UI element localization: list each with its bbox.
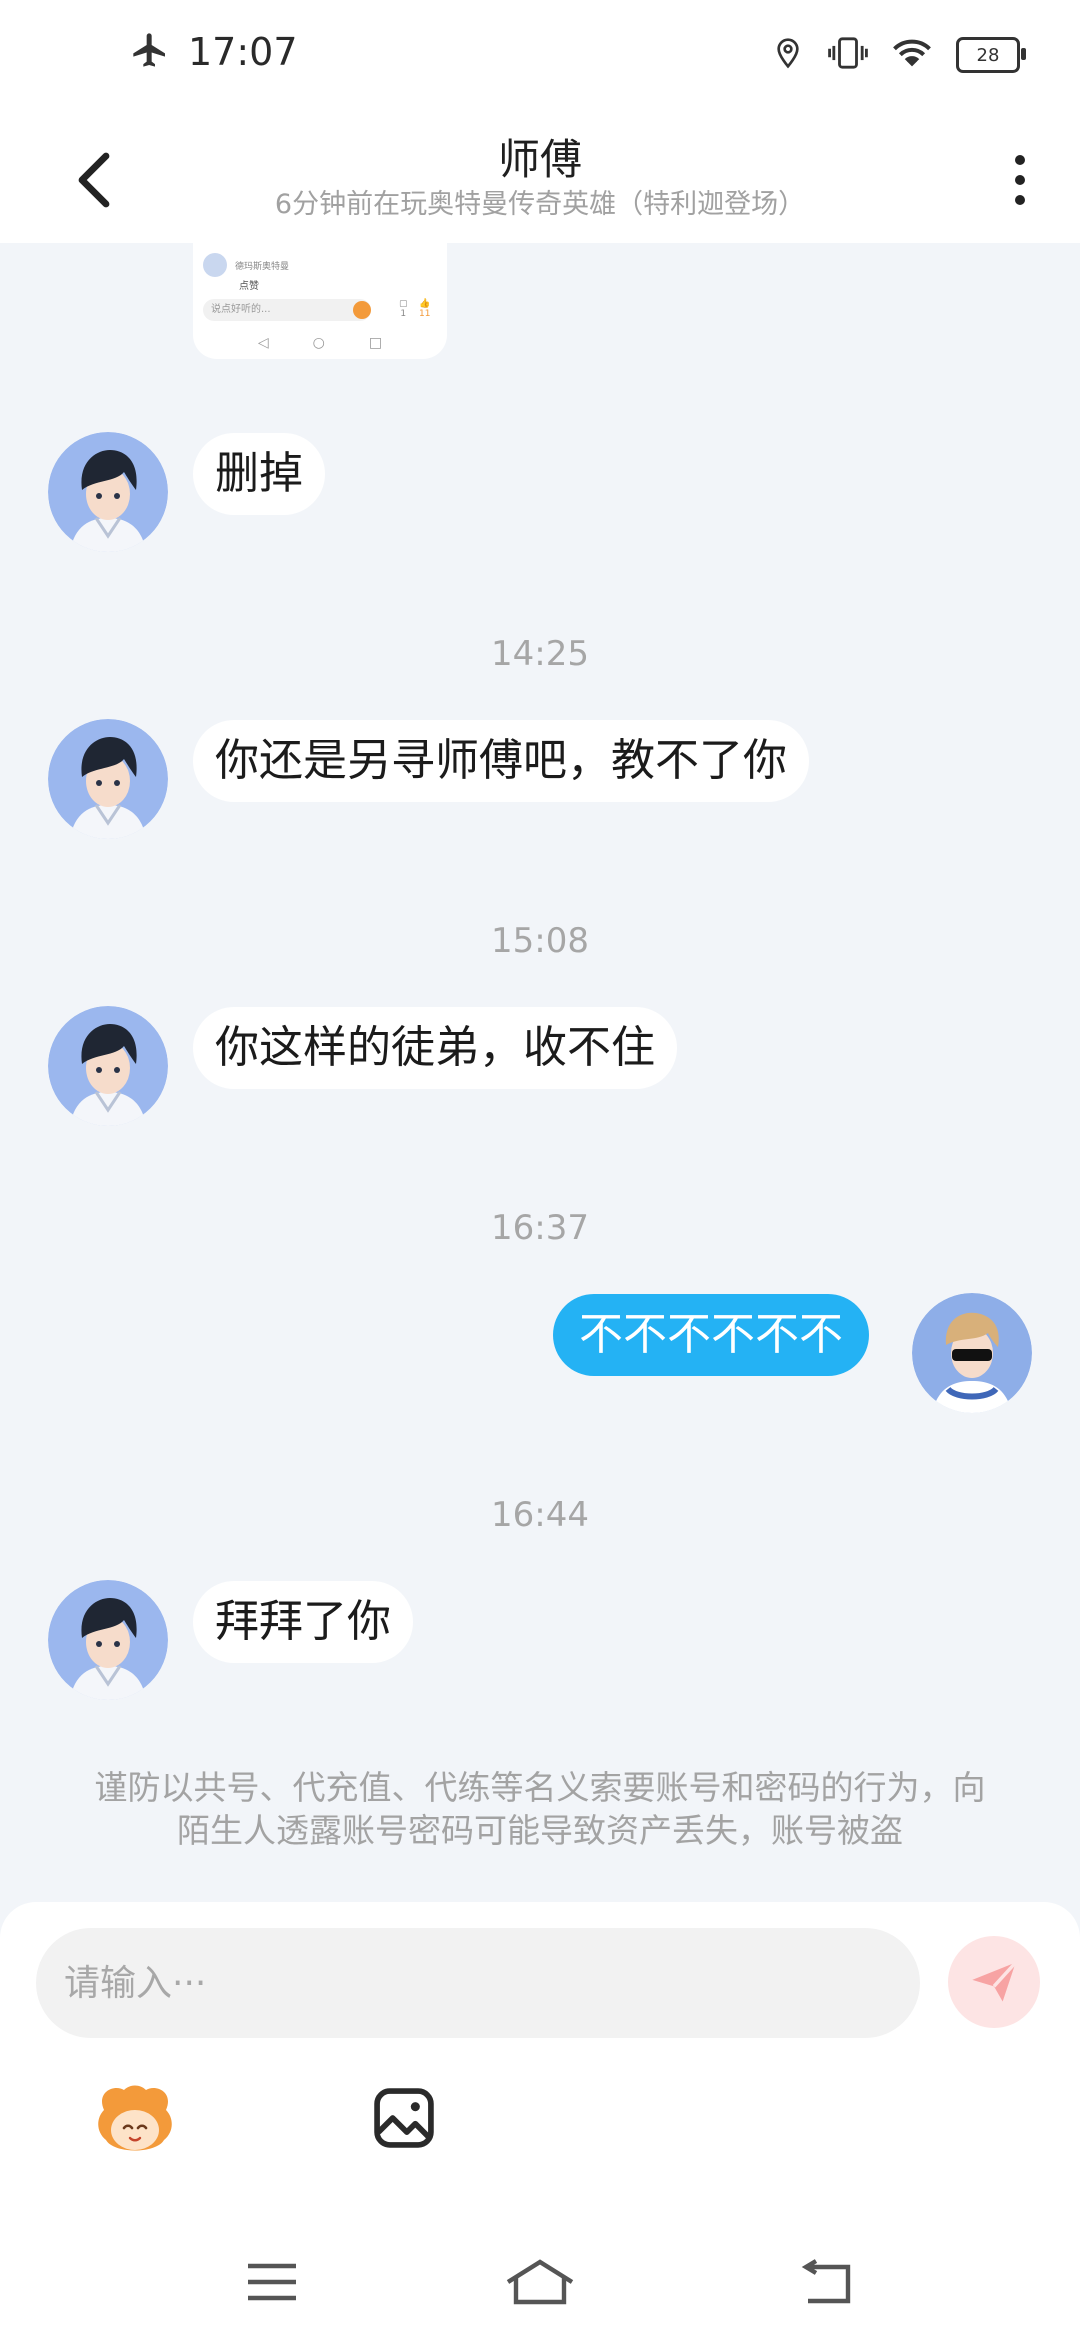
send-button[interactable] <box>948 1936 1040 2028</box>
home-button[interactable] <box>490 2252 590 2312</box>
image-icon <box>374 2088 434 2148</box>
thumb-like-count: 👍 11 <box>419 299 431 319</box>
home-icon <box>506 2259 574 2305</box>
emoji-icon <box>98 2085 172 2151</box>
send-icon <box>972 1961 1017 2002</box>
system-nav-bar <box>0 2230 1080 2340</box>
message-bubble-other[interactable]: 你还是另寻师傅吧，教不了你 <box>193 720 809 802</box>
contact-status: 6分钟前在玩奥特曼传奇英雄（特利迦登场） <box>274 189 806 220</box>
contact-avatar[interactable] <box>48 1006 168 1126</box>
message-bubble-other[interactable]: 你这样的徒弟，收不住 <box>193 1007 677 1089</box>
thumb-face-icon <box>353 301 371 319</box>
my-avatar[interactable] <box>912 1293 1032 1413</box>
chat-header: 师傅 6分钟前在玩奥特曼传奇英雄（特利迦登场） <box>0 118 1080 243</box>
thumb-input: 说点好听的... <box>203 299 371 321</box>
page-title: 师傅 <box>497 135 582 184</box>
message-timestamp: 15:08 <box>491 921 589 961</box>
message-bubble-mine[interactable]: 不不不不不不 <box>553 1294 869 1376</box>
thumb-avatar <box>203 253 227 277</box>
more-icon <box>1015 155 1025 165</box>
message-input[interactable] <box>36 1928 920 2038</box>
image-button[interactable] <box>370 2084 438 2152</box>
status-time: 17:07 <box>188 30 298 74</box>
wifi-icon <box>892 36 932 74</box>
message-timestamp: 14:25 <box>491 634 589 674</box>
message-bubble-other[interactable]: 拜拜了你 <box>193 1581 413 1663</box>
battery-icon: 28 <box>956 37 1026 73</box>
safety-notice: 谨防以共号、代充值、代练等名义索要账号和密码的行为，向陌生人透露账号密码可能导致… <box>94 1768 986 1850</box>
thumb-nav: ◁ ○ □ <box>257 335 383 351</box>
message-timestamp: 16:44 <box>491 1495 589 1535</box>
back-nav-icon <box>801 2259 851 2304</box>
contact-avatar[interactable] <box>48 432 168 552</box>
back-nav-button[interactable] <box>774 2252 874 2312</box>
message-bubble-other[interactable]: 删掉 <box>193 433 325 515</box>
image-message-thumbnail[interactable]: 德玛斯奥特曼 点赞 说点好听的... ▢ 1 👍 11 ◁ ○ □ <box>193 243 447 359</box>
airplane-icon <box>130 30 170 74</box>
emoji-button[interactable] <box>90 2082 180 2162</box>
thumb-comment-count: ▢ 1 <box>399 299 408 319</box>
more-button[interactable] <box>990 140 1050 220</box>
menu-button[interactable] <box>222 2252 322 2312</box>
vibrate-icon <box>828 36 868 74</box>
thumb-reply: 点赞 <box>239 281 259 292</box>
contact-avatar[interactable] <box>48 1580 168 1700</box>
contact-avatar[interactable] <box>48 719 168 839</box>
status-bar: 17:07 28 <box>0 0 1080 118</box>
location-icon <box>772 36 804 74</box>
thumb-name: 德玛斯奥特曼 <box>235 261 290 272</box>
message-timestamp: 16:37 <box>491 1208 589 1248</box>
menu-icon <box>248 2263 296 2301</box>
thumb-header: 德玛斯奥特曼 <box>203 253 289 277</box>
